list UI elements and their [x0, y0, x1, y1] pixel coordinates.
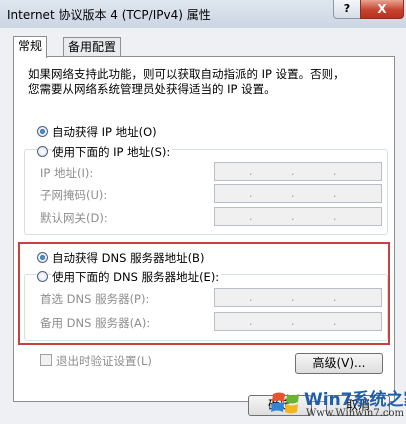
windows-flag-icon	[271, 392, 299, 414]
manual-dns-radio[interactable]	[37, 271, 48, 282]
preferred-dns-label: 首选 DNS 服务器(P):	[40, 292, 150, 306]
description-line-2: 您需要从网络系统管理员处获得适当的 IP 设置。	[28, 82, 276, 96]
auto-ip-radio[interactable]	[37, 126, 48, 137]
tab-general[interactable]: 常规	[13, 36, 48, 58]
manual-ip-radio[interactable]	[37, 146, 48, 157]
manual-ip-label[interactable]: 使用下面的 IP 地址(S):	[52, 144, 173, 160]
validate-settings-checkbox[interactable]	[40, 354, 52, 366]
default-gateway-label: 默认网关(D):	[40, 211, 108, 225]
auto-dns-radio[interactable]	[37, 252, 48, 263]
alternate-dns-label: 备用 DNS 服务器(A):	[40, 316, 151, 330]
advanced-button[interactable]: 高级(V)...	[295, 353, 383, 374]
watermark-logo: Win7系统之家 Www.Winwin7.com	[270, 383, 406, 424]
subnet-mask-input[interactable]: ...	[214, 184, 382, 203]
preferred-dns-input[interactable]: ...	[214, 288, 382, 307]
auto-dns-label[interactable]: 自动获得 DNS 服务器地址(B)	[52, 250, 204, 266]
window-title: Internet 协议版本 4 (TCP/IPv4) 属性	[7, 8, 211, 22]
close-button[interactable]: X	[360, 0, 404, 19]
title-bar[interactable]: Internet 协议版本 4 (TCP/IPv4) 属性 ? X	[0, 0, 406, 28]
help-button[interactable]: ?	[333, 0, 361, 19]
auto-ip-label[interactable]: 自动获得 IP 地址(O)	[52, 124, 157, 140]
validate-settings-label[interactable]: 退出时验证设置(L)	[56, 353, 152, 369]
description-text: 如果网络支持此功能，则可以获取自动指派的 IP 设置。否则， 您需要从网络系统管…	[28, 67, 345, 97]
description-line-1: 如果网络支持此功能，则可以获取自动指派的 IP 设置。否则，	[28, 67, 345, 81]
subnet-mask-label: 子网掩码(U):	[40, 188, 108, 202]
alternate-dns-input[interactable]: ...	[214, 312, 382, 331]
default-gateway-input[interactable]: ...	[214, 207, 382, 226]
tab-alternate-configuration[interactable]: 备用配置	[63, 37, 122, 57]
watermark-brand: Win7系统之家	[304, 390, 406, 410]
ip-address-input[interactable]: ...	[214, 162, 382, 181]
watermark-url: Www.Winwin7.com	[306, 408, 404, 419]
manual-dns-label[interactable]: 使用下面的 DNS 服务器地址(E):	[52, 269, 222, 285]
general-tab-panel: 如果网络支持此功能，则可以获取自动指派的 IP 设置。否则， 您需要从网络系统管…	[13, 56, 395, 402]
tcpip-properties-dialog: Internet 协议版本 4 (TCP/IPv4) 属性 ? X 常规 备用配…	[0, 0, 406, 424]
ip-address-label: IP 地址(I):	[40, 166, 94, 180]
